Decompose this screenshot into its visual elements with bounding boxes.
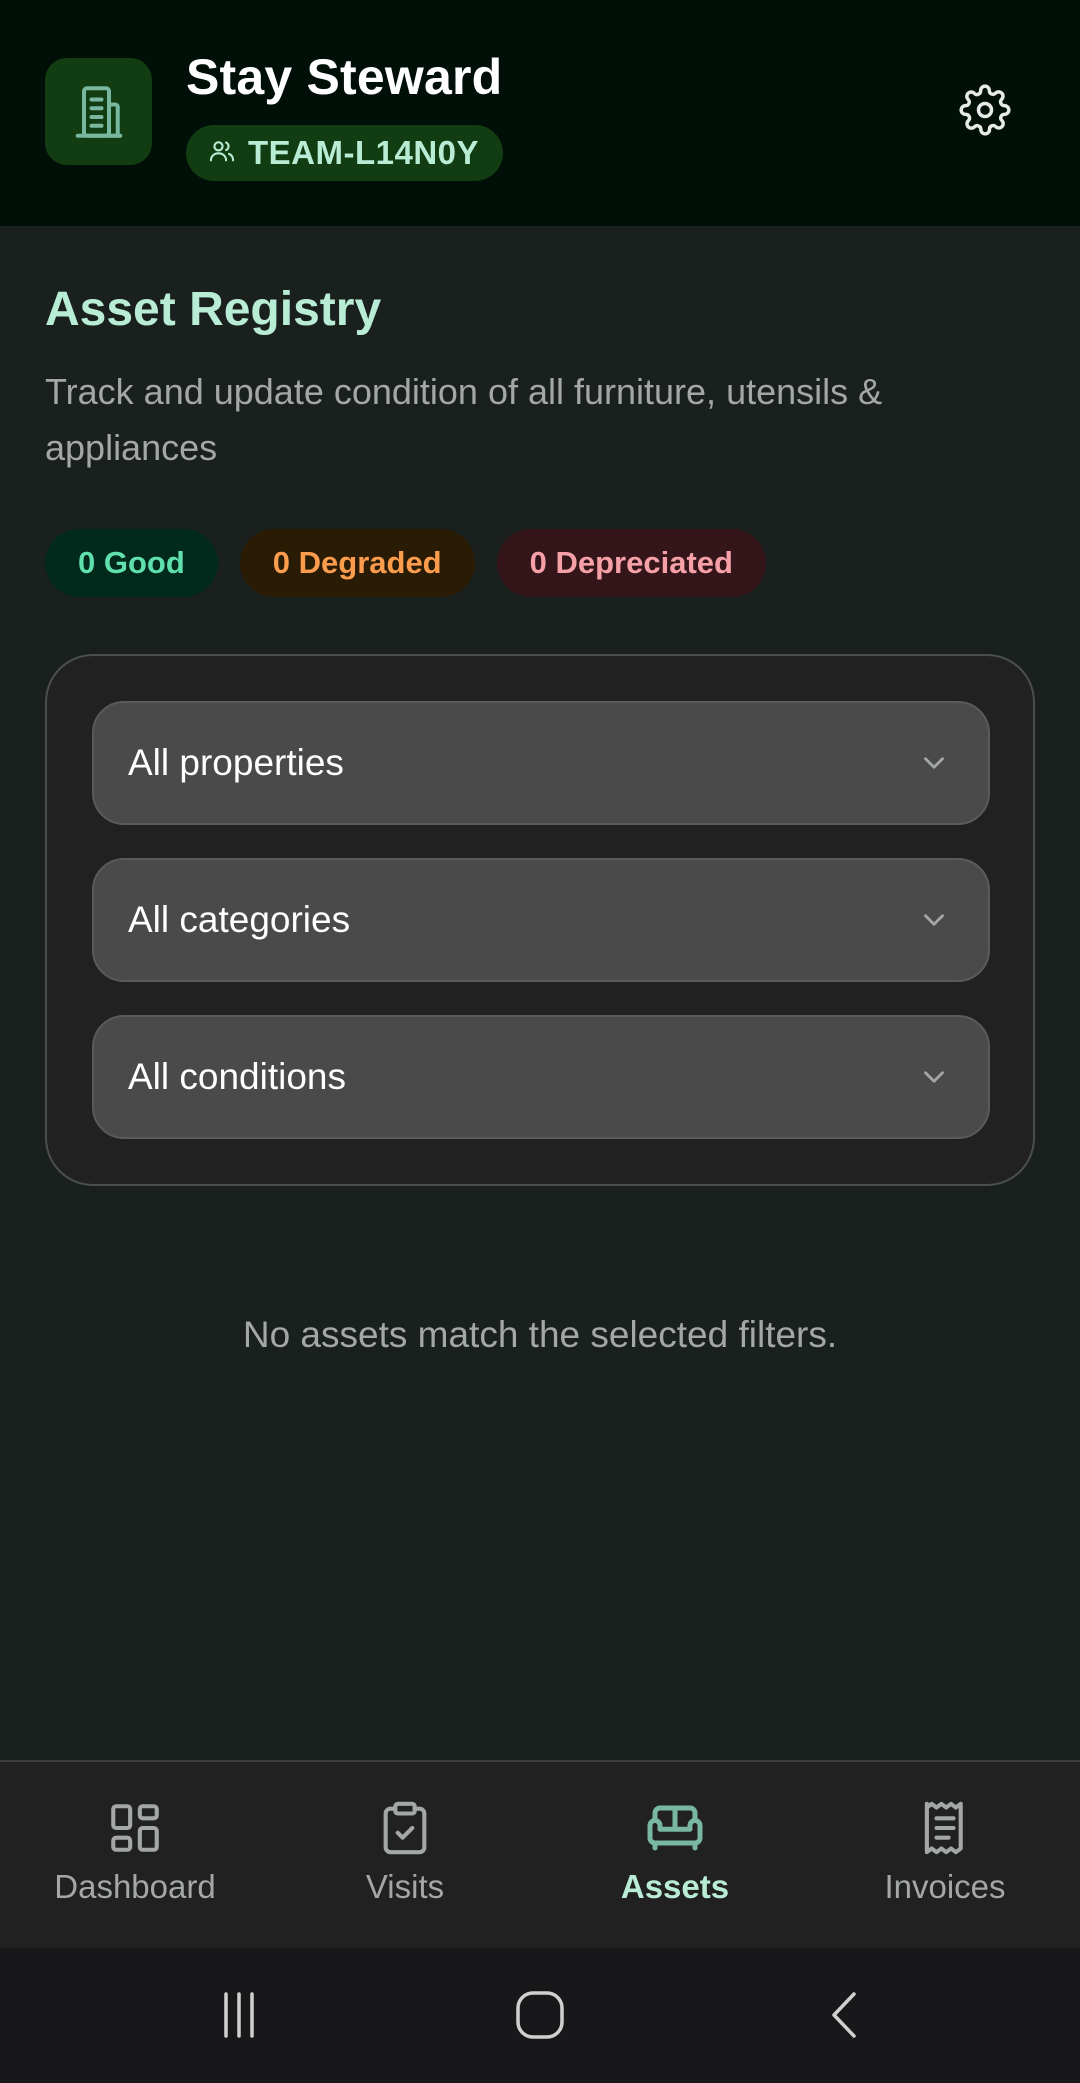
users-icon	[208, 137, 236, 170]
chevron-down-icon	[914, 1057, 954, 1097]
gear-icon	[959, 83, 1011, 141]
nav-item-assets[interactable]: Assets	[540, 1762, 810, 1948]
category-filter-select[interactable]: All categories	[92, 858, 990, 982]
home-button[interactable]	[505, 1980, 575, 2050]
building-icon	[45, 58, 152, 165]
chevron-down-icon	[914, 900, 954, 940]
nav-label-assets: Assets	[620, 1868, 730, 1905]
page-subtitle: Track and update condition of all furnit…	[45, 371, 883, 468]
home-icon	[516, 1991, 564, 2039]
nav-label-dashboard: Dashboard	[54, 1868, 216, 1905]
grid-icon	[105, 1798, 165, 1858]
condition-summary: 0 Good 0 Degraded 0 Depreciated	[45, 529, 766, 597]
receipt-icon	[915, 1798, 975, 1858]
chevron-down-icon	[914, 743, 954, 783]
app-title: Stay Steward	[186, 49, 503, 105]
property-filter-select[interactable]: All properties	[92, 701, 990, 825]
recent-apps-icon	[224, 1992, 254, 2038]
filter-card: All properties All categories All condit…	[45, 654, 1035, 1186]
nav-label-invoices: Invoices	[884, 1868, 1006, 1905]
depreciated-count-badge: 0 Depreciated	[496, 529, 766, 597]
good-count-badge: 0 Good	[45, 529, 218, 597]
condition-filter-value: All conditions	[128, 1056, 347, 1097]
recent-apps-button[interactable]	[204, 1980, 274, 2050]
nav-item-visits[interactable]: Visits	[270, 1762, 540, 1948]
back-icon	[832, 1992, 856, 2038]
property-filter-value: All properties	[128, 742, 344, 783]
page-title: Asset Registry	[45, 283, 382, 336]
clipboard-check-icon	[375, 1798, 435, 1858]
system-navigation-bar	[0, 1948, 1080, 2083]
app-header: Stay Steward TEAM-L14N0Y	[0, 0, 1080, 226]
category-filter-value: All categories	[128, 899, 351, 940]
nav-item-dashboard[interactable]: Dashboard	[0, 1762, 270, 1948]
sofa-icon	[645, 1798, 705, 1858]
nav-label-visits: Visits	[365, 1868, 445, 1905]
nav-item-invoices[interactable]: Invoices	[810, 1762, 1080, 1948]
team-badge[interactable]: TEAM-L14N0Y	[186, 125, 504, 181]
empty-state-message: No assets match the selected filters.	[242, 1314, 838, 1355]
condition-filter-select[interactable]: All conditions	[92, 1015, 990, 1139]
back-button[interactable]	[810, 1980, 880, 2050]
settings-button[interactable]	[955, 82, 1015, 142]
degraded-count-badge: 0 Degraded	[239, 529, 475, 597]
bottom-nav: Dashboard Visits Assets Invoices	[0, 1760, 1080, 1948]
team-code: TEAM-L14N0Y	[248, 134, 480, 171]
